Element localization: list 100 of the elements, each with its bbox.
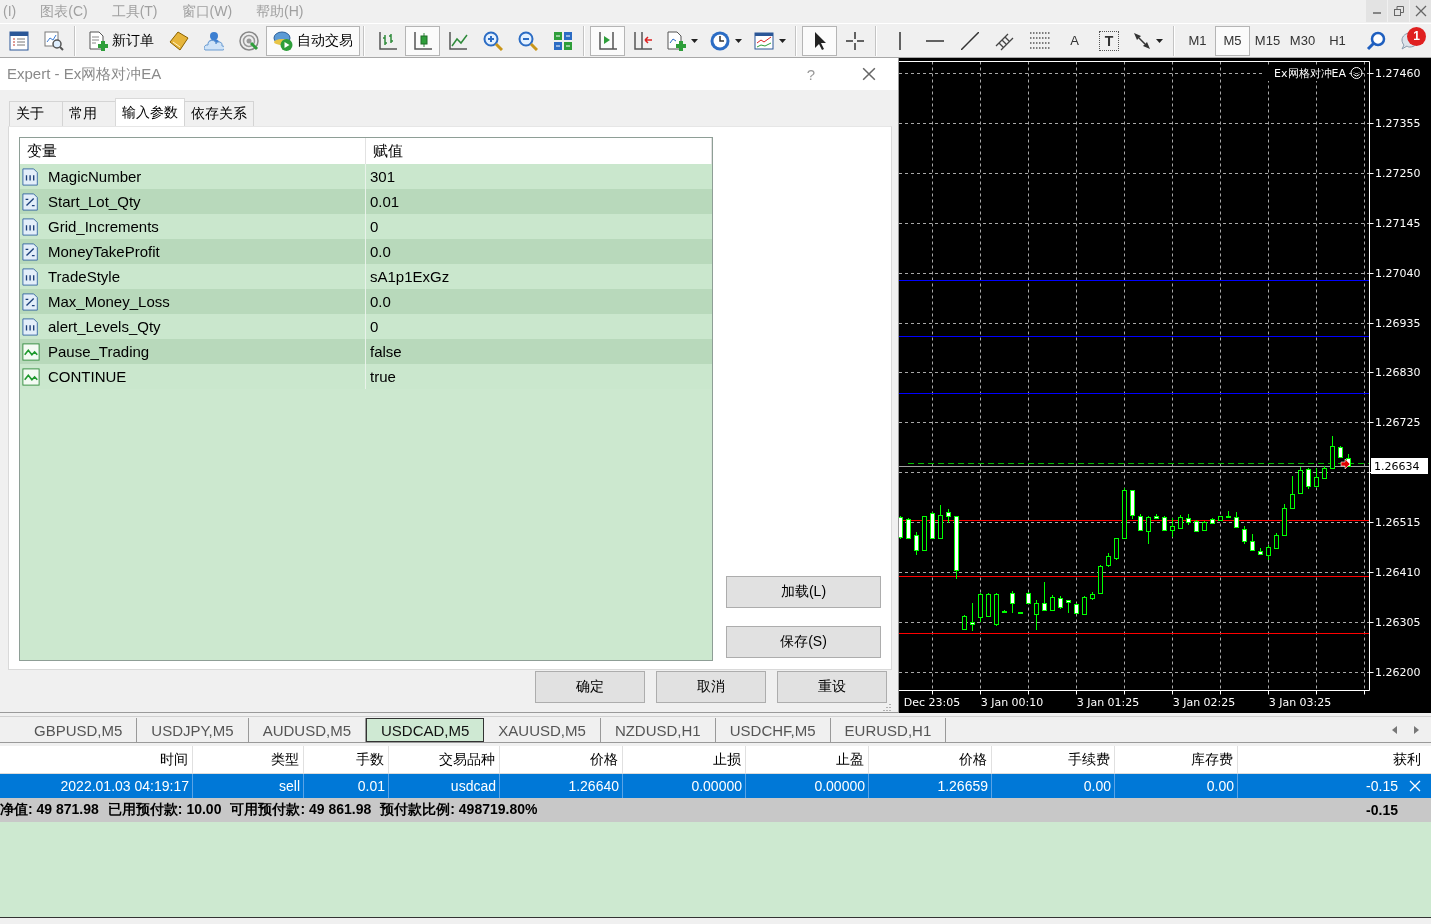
price-label: 1.26935 [1375, 317, 1421, 330]
candle [1234, 511, 1239, 529]
variable-name: alert_Levels_Qty [48, 317, 161, 337]
toolbar-button[interactable]: 自动交易 [266, 25, 360, 56]
restore-button[interactable] [1388, 0, 1409, 22]
candle [1026, 591, 1031, 604]
variable-value: 0 [369, 217, 380, 237]
price-label: 1.27040 [1375, 267, 1421, 280]
candle [1226, 510, 1231, 519]
column-header: 库存费 [1115, 746, 1238, 773]
tile-windows-icon [552, 30, 573, 51]
candle [938, 504, 943, 540]
table-row[interactable]: Pause_Trading false [20, 339, 712, 364]
price-label: 1.26830 [1375, 366, 1421, 379]
candle [1082, 595, 1087, 615]
column-header: 时间 [0, 746, 193, 773]
table-row[interactable]: Start_Lot_Qty 0.01 [20, 189, 712, 214]
tab[interactable]: 关于 [9, 101, 63, 126]
horizontal-line-icon [925, 39, 944, 42]
column-header: 获利 [1392, 750, 1422, 769]
arrows-icon [1133, 31, 1151, 50]
close-button[interactable] [1410, 0, 1431, 22]
toolbar-button[interactable]: M30 [1285, 25, 1320, 56]
dialog-button[interactable]: 保存(S) [726, 626, 881, 658]
candle [1194, 519, 1199, 533]
candle [978, 592, 983, 623]
dialog-button[interactable]: 取消 [656, 671, 766, 703]
variable-value: 0.0 [369, 292, 392, 312]
column-header: 交易品种 [389, 746, 500, 773]
caret-left-icon [1391, 725, 1397, 734]
close-icon[interactable] [1409, 780, 1421, 792]
candle [1130, 489, 1135, 520]
resize-grip-icon[interactable] [882, 703, 891, 712]
chart-magnifier-icon [43, 30, 64, 51]
column-header: 止盈 [746, 746, 869, 773]
clock-icon [710, 30, 730, 51]
table-row[interactable]: Max_Money_Loss 0.0 [20, 289, 712, 314]
summary-value: 已用预付款: 10.00 [107, 801, 222, 819]
trend-line-icon [960, 31, 979, 50]
variable-name: CONTINUE [48, 367, 127, 387]
candle [986, 592, 991, 618]
time-label: 3 Jan 03:25 [1268, 695, 1332, 709]
person-cloud-icon [203, 30, 224, 51]
candle [1266, 544, 1271, 561]
summary-total: -0.15 [1366, 802, 1399, 818]
column-header: 手续费 [992, 746, 1115, 773]
zoom-in-icon [482, 30, 503, 51]
candle [1322, 465, 1327, 480]
digits-icon [22, 217, 40, 236]
candle [899, 515, 903, 540]
price-label: 1.27145 [1375, 217, 1421, 230]
table-row[interactable]: 2022.01.03 04:19:17 sell 0.01 usdcad 1.26640 0.00000 0.00000 1.26659 0.00 0.00 -0.15 [0, 774, 1431, 798]
minimize-button[interactable] [1366, 0, 1387, 22]
toolbar-button[interactable]: M5 [1215, 25, 1250, 56]
tab[interactable]: 输入参数 [115, 98, 185, 126]
candle [1058, 595, 1063, 610]
time-label: 3 Jan 01:25 [1076, 695, 1140, 709]
price-label: 1.26725 [1375, 416, 1421, 429]
dialog-button[interactable]: 确定 [535, 671, 645, 703]
chart-tab[interactable]: USDCAD,M5 [366, 718, 485, 742]
document-plus-icon [666, 30, 686, 51]
toolbar-button[interactable]: T [1099, 30, 1119, 51]
dialog-button[interactable]: 加载(L) [726, 576, 881, 608]
candle [1306, 467, 1311, 490]
candle [970, 602, 975, 632]
candle [1298, 466, 1303, 495]
candle [1258, 547, 1263, 556]
fraction-icon [22, 292, 40, 311]
candle [1274, 532, 1279, 550]
candle [1074, 602, 1079, 615]
candle [994, 592, 999, 627]
digits-icon [22, 267, 40, 286]
toolbar-button[interactable]: M15 [1250, 25, 1285, 56]
price-label: 1.27250 [1375, 167, 1421, 180]
search-icon [1365, 30, 1386, 51]
toolbar-button[interactable] [802, 25, 837, 56]
column-header: 止损 [623, 746, 746, 773]
close-icon [1414, 5, 1427, 17]
variable-name: MagicNumber [48, 167, 142, 187]
caret-icon [691, 38, 698, 43]
variable-value: sA1p1ExGz [369, 267, 451, 287]
variable-value: true [369, 367, 397, 387]
dialog-button[interactable]: 重设 [777, 671, 887, 703]
column-header: 类型 [193, 746, 304, 773]
toolbar-button[interactable]: A [1057, 25, 1092, 56]
toolbar-button[interactable]: H1 [1320, 25, 1355, 56]
caret-icon [779, 38, 786, 43]
toolbar-button[interactable]: 新订单 [81, 25, 161, 56]
tab[interactable]: 依存关系 [184, 101, 254, 126]
candle [1210, 517, 1215, 524]
toolbar-button[interactable]: 1 [1393, 25, 1427, 56]
candle [1290, 475, 1295, 510]
notification-badge: 1 [1407, 26, 1426, 46]
candle [1138, 513, 1143, 532]
toolbar-button[interactable]: M1 [1180, 25, 1215, 56]
crosshair-icon [844, 30, 865, 51]
table-row[interactable]: MoneyTakeProfit 0.0 [20, 239, 712, 264]
price-label: 1.26515 [1375, 516, 1421, 529]
candle [954, 515, 959, 580]
chart-window-icon [754, 30, 774, 51]
